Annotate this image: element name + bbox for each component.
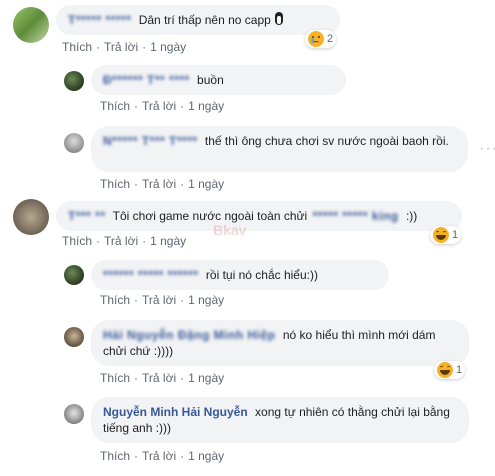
separator-dot: · bbox=[142, 234, 147, 248]
avatar[interactable] bbox=[64, 404, 84, 424]
comment-author[interactable]: Hải Nguyễn Đặng Minh Hiệp bbox=[103, 328, 276, 342]
timestamp[interactable]: 1 ngày bbox=[188, 177, 224, 191]
comment-actions: Thích · Trả lời · 1 ngày bbox=[62, 40, 186, 54]
comment-author[interactable]: ****** ***** ****** bbox=[103, 268, 199, 282]
separator-dot: · bbox=[180, 177, 185, 191]
timestamp[interactable]: 1 ngày bbox=[150, 40, 186, 54]
separator-dot: · bbox=[134, 293, 139, 307]
reply-link[interactable]: Trả lời bbox=[142, 177, 176, 191]
comment-actions: Thích · Trả lời · 1 ngày bbox=[100, 177, 224, 191]
timestamp[interactable]: 1 ngày bbox=[188, 99, 224, 113]
comment-text: buồn bbox=[197, 73, 224, 87]
separator-dot: · bbox=[134, 449, 139, 463]
like-link[interactable]: Thích bbox=[100, 371, 130, 385]
separator-dot: · bbox=[180, 99, 185, 113]
comment-text-end: :)) bbox=[405, 209, 418, 223]
comment-author[interactable]: T*** ** bbox=[68, 209, 106, 223]
mentioned-user[interactable]: ***** ***** king bbox=[313, 209, 399, 223]
comment-bubble: T***** ***** Dân trí thấp nên no capp bbox=[56, 5, 340, 35]
avatar[interactable] bbox=[64, 265, 84, 285]
separator-dot: · bbox=[134, 177, 139, 191]
timestamp[interactable]: 1 ngày bbox=[150, 234, 186, 248]
separator-dot: · bbox=[180, 449, 185, 463]
like-link[interactable]: Thích bbox=[100, 449, 130, 463]
reply-link[interactable]: Trả lời bbox=[142, 449, 176, 463]
comment-actions: Thích · Trả lời · 1 ngày bbox=[100, 293, 224, 307]
comment-author[interactable]: Đ****** T** **** bbox=[103, 73, 190, 87]
reaction-badge[interactable]: 1 bbox=[434, 361, 466, 379]
comment-author[interactable]: Nguyễn Minh Hải Nguyễn bbox=[103, 405, 248, 419]
reaction-badge[interactable]: 2 bbox=[305, 30, 337, 48]
comment-bubble: Nguyễn Minh Hải Nguyễn xong tự nhiên có … bbox=[91, 397, 469, 443]
haha-reaction-icon bbox=[437, 362, 453, 378]
avatar[interactable] bbox=[64, 71, 84, 91]
like-link[interactable]: Thích bbox=[100, 99, 130, 113]
comment-actions: Thích · Trả lời · 1 ngày bbox=[100, 99, 224, 113]
separator-dot: · bbox=[180, 371, 185, 385]
like-link[interactable]: Thích bbox=[100, 177, 130, 191]
comment-text: thế thì ông chưa chơi sv nước ngoài baoh… bbox=[204, 134, 449, 148]
penguin-emoji-icon bbox=[273, 12, 285, 26]
reply-link[interactable]: Trả lời bbox=[104, 234, 138, 248]
comment-actions: Thích · Trả lời · 1 ngày bbox=[100, 371, 224, 385]
avatar[interactable] bbox=[13, 7, 49, 43]
comment-bubble: N***** T*** T**** thế thì ông chưa chơi … bbox=[91, 126, 468, 172]
timestamp[interactable]: 1 ngày bbox=[188, 293, 224, 307]
comment-bubble: ****** ***** ****** rồi tụi nó chắc hiểu… bbox=[91, 260, 389, 290]
like-link[interactable]: Thích bbox=[62, 234, 92, 248]
avatar[interactable] bbox=[13, 199, 49, 235]
like-link[interactable]: Thích bbox=[100, 293, 130, 307]
reply-link[interactable]: Trả lời bbox=[142, 293, 176, 307]
comment-actions: Thích · Trả lời · 1 ngày bbox=[62, 234, 186, 248]
like-link[interactable]: Thích bbox=[62, 40, 92, 54]
separator-dot: · bbox=[142, 40, 147, 54]
reaction-count: 2 bbox=[327, 33, 334, 45]
avatar[interactable] bbox=[64, 327, 84, 347]
comment-author[interactable]: N***** T*** T**** bbox=[103, 134, 198, 148]
reply-link[interactable]: Trả lời bbox=[142, 99, 176, 113]
haha-reaction-icon bbox=[433, 227, 449, 243]
avatar[interactable] bbox=[64, 133, 84, 153]
comment-bubble: Hải Nguyễn Đặng Minh Hiệp nó ko hiểu thì… bbox=[91, 320, 469, 366]
reaction-count: 1 bbox=[456, 364, 463, 376]
comment-text: Dân trí thấp nên no capp bbox=[138, 13, 271, 27]
reaction-badge[interactable]: 1 bbox=[430, 226, 462, 244]
separator-dot: · bbox=[180, 293, 185, 307]
comment-text: Tôi chơi game nước ngoài toàn chửi bbox=[112, 209, 308, 223]
timestamp[interactable]: 1 ngày bbox=[188, 449, 224, 463]
separator-dot: · bbox=[96, 40, 101, 54]
timestamp[interactable]: 1 ngày bbox=[188, 371, 224, 385]
separator-dot: · bbox=[134, 371, 139, 385]
watermark: Bkav bbox=[213, 222, 247, 238]
comment-bubble: Đ****** T** **** buồn bbox=[91, 65, 346, 95]
sad-reaction-icon bbox=[308, 31, 324, 47]
separator-dot: · bbox=[96, 234, 101, 248]
comment-actions: Thích · Trả lời · 1 ngày bbox=[100, 449, 224, 463]
reply-link[interactable]: Trả lời bbox=[142, 371, 176, 385]
more-options-icon[interactable]: ··· bbox=[479, 141, 495, 157]
reaction-count: 1 bbox=[452, 229, 459, 241]
separator-dot: · bbox=[134, 99, 139, 113]
reply-link[interactable]: Trả lời bbox=[104, 40, 138, 54]
comment-author[interactable]: T***** ***** bbox=[68, 13, 131, 27]
comment-text: rồi tụi nó chắc hiểu:)) bbox=[205, 268, 318, 282]
